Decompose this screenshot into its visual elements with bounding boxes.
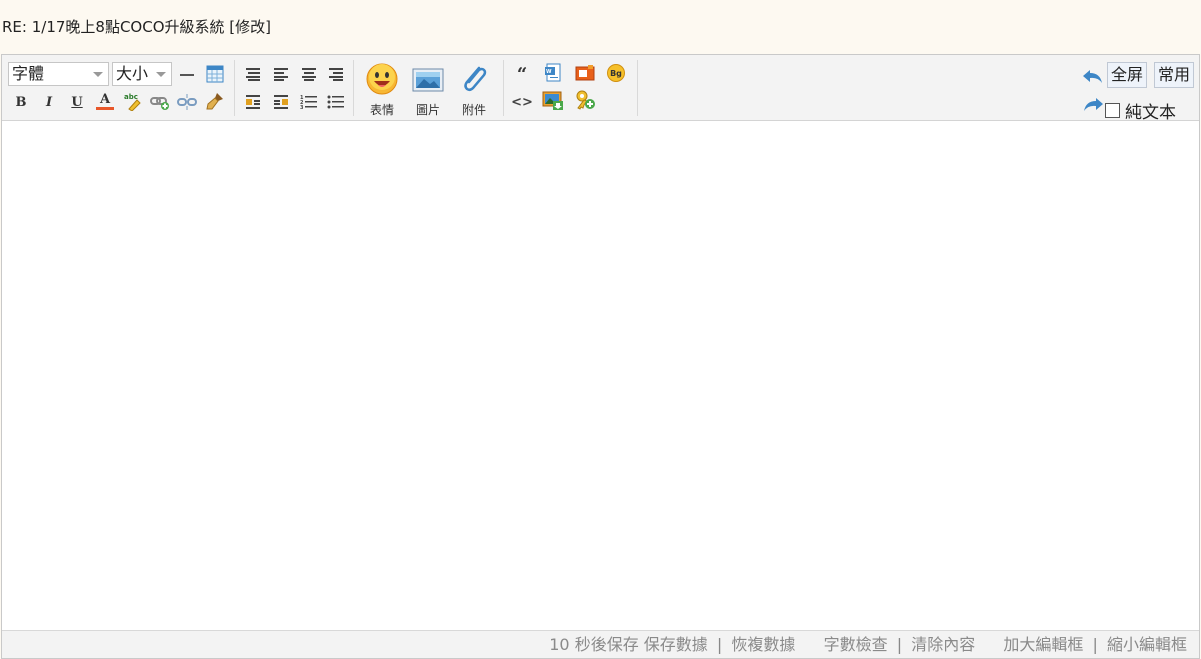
quote-button[interactable]: “ [511, 63, 533, 85]
plain-text-label: 純文本 [1125, 102, 1176, 123]
link-icon [150, 97, 169, 110]
toolbar-divider [503, 60, 504, 116]
unordered-list-button[interactable] [325, 91, 347, 113]
undo-arrow-icon [1083, 70, 1102, 83]
redo-arrow-icon [1084, 98, 1103, 111]
insert-photo-button[interactable] [542, 89, 564, 111]
align-left-icon [274, 68, 288, 81]
highlighter-icon: abc [124, 93, 141, 111]
shrink-editor-link[interactable]: 縮小編輯框 [1107, 635, 1187, 654]
color-bar-icon [96, 106, 114, 110]
smiley-icon [366, 63, 398, 95]
horizontal-rule-button[interactable] [176, 63, 198, 85]
font-color-label: A [99, 91, 111, 107]
insert-flash-button[interactable]: W [542, 62, 564, 84]
post-subject: RE: 1/17晚上8點COCO升級系統 [修改] [2, 18, 271, 36]
attachment-label: 附件 [461, 103, 486, 117]
toolbar-divider [234, 60, 235, 116]
toolbar-divider [353, 60, 354, 116]
editor-content-area[interactable] [2, 121, 1199, 631]
font-color-button[interactable]: A [94, 90, 116, 112]
table-icon [206, 65, 224, 83]
download-image-icon [542, 91, 563, 110]
clear-format-button[interactable] [204, 90, 226, 112]
save-data-link[interactable]: 保存數據 [644, 635, 708, 654]
brush-icon [206, 93, 223, 110]
plain-text-toggle[interactable]: 純文本 [1105, 99, 1176, 123]
ordered-list-button[interactable]: 123 [298, 91, 320, 113]
highlight-button[interactable]: abc [122, 90, 144, 112]
align-left-button[interactable] [270, 63, 292, 85]
emoticon-button[interactable]: 表情 [360, 59, 404, 119]
cropped-top-text [0, 0, 1201, 8]
font-family-select[interactable]: 字體 [8, 62, 109, 86]
clear-content-link[interactable]: 清除內容 [911, 635, 975, 654]
fullscreen-button[interactable]: 全屏 [1107, 62, 1148, 88]
svg-text:W: W [546, 69, 552, 75]
common-mode-button[interactable]: 常用 [1154, 62, 1195, 88]
editor-toolbar: 字體 大小 B I U A abc 1 2 3 表情 圖片 附件 “ W Bg … [2, 55, 1199, 123]
bold-button[interactable]: B [10, 91, 32, 113]
ordered-list-icon: 123 [300, 95, 317, 110]
code-button[interactable]: <> [511, 91, 533, 113]
italic-button[interactable]: I [38, 91, 60, 113]
insert-image-button[interactable]: 圖片 [406, 59, 450, 119]
word-count-check-link[interactable]: 字數檢查 [824, 635, 888, 654]
paperclip-icon [464, 66, 487, 92]
media-icon [575, 65, 595, 81]
insert-link-button[interactable] [149, 91, 171, 113]
insert-media-button[interactable] [574, 62, 596, 84]
emoticon-label: 表情 [369, 103, 394, 117]
font-size-select[interactable]: 大小 [112, 62, 172, 86]
align-right-icon [329, 68, 343, 81]
toolbar-divider [637, 60, 638, 116]
float-right-icon [274, 95, 288, 109]
hide-content-button[interactable] [574, 89, 596, 111]
redo-button[interactable] [1082, 93, 1104, 115]
float-left-button[interactable] [242, 91, 264, 113]
restore-data-link[interactable]: 恢複數據 [731, 635, 795, 654]
autosave-countdown: 10 秒後保存 [549, 635, 639, 654]
document-icon: W [545, 63, 561, 82]
editor-statusbar: 10 秒後保存 保存數據 | 恢複數據 字數檢查 | 清除內容 加大編輯框 | … [2, 630, 1199, 658]
status-separator: | [896, 635, 903, 654]
status-separator: | [1092, 635, 1098, 654]
align-justify-icon [246, 68, 260, 81]
align-right-button[interactable] [325, 63, 347, 85]
chevron-down-icon [93, 72, 103, 77]
underline-button[interactable]: U [66, 91, 88, 113]
bullet-list-icon [327, 95, 344, 109]
chevron-down-icon [156, 72, 166, 77]
enlarge-editor-link[interactable]: 加大編輯框 [1003, 635, 1083, 654]
align-justify-button[interactable] [242, 63, 264, 85]
bg-icon: Bg [607, 64, 625, 82]
attachment-button[interactable]: 附件 [452, 59, 496, 119]
horizontal-line-icon [180, 74, 194, 76]
key-add-icon [576, 90, 595, 110]
undo-button[interactable] [1082, 65, 1104, 87]
float-left-icon [246, 95, 260, 109]
float-right-button[interactable] [270, 91, 292, 113]
align-center-icon [302, 68, 316, 81]
align-center-button[interactable] [298, 63, 320, 85]
insert-table-button[interactable] [204, 63, 226, 85]
image-icon [412, 68, 444, 92]
remove-link-button[interactable] [176, 91, 198, 113]
image-label: 圖片 [415, 103, 440, 117]
svg-text:3: 3 [300, 105, 304, 110]
background-color-button[interactable]: Bg [605, 62, 627, 84]
unlink-icon [177, 94, 197, 110]
status-separator: | [716, 635, 723, 654]
plain-text-checkbox[interactable] [1105, 102, 1120, 118]
rich-text-editor: 字體 大小 B I U A abc 1 2 3 表情 圖片 附件 “ W Bg … [1, 54, 1200, 659]
svg-text:abc: abc [124, 93, 138, 101]
